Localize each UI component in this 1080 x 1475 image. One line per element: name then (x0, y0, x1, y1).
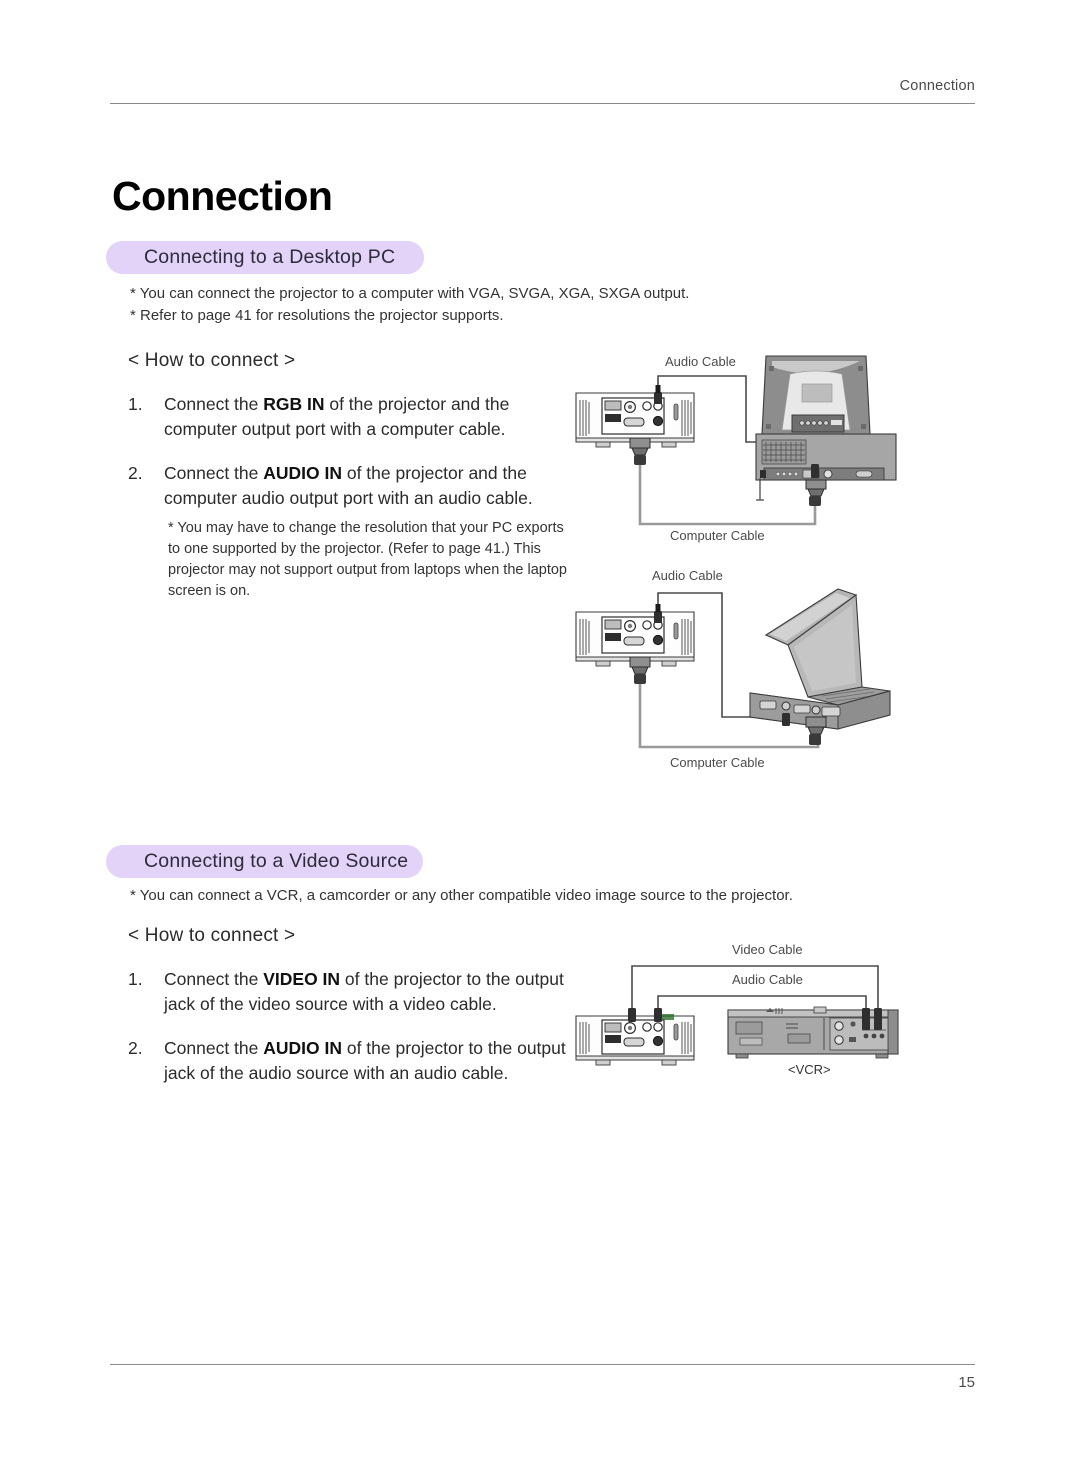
header-rule (110, 103, 975, 104)
desktop-pc-diagram (575, 355, 897, 526)
footer-rule (110, 1364, 975, 1365)
section-header-desktop-pc-label: Connecting to a Desktop PC (144, 246, 396, 268)
step-emphasis: VIDEO IN (263, 969, 341, 989)
section-header-video-source: Connecting to a Video Source (106, 845, 423, 878)
list-item: 1. Connect the RGB IN of the projector a… (128, 392, 578, 442)
step-emphasis: RGB IN (263, 394, 325, 414)
video-steps-list: 1. Connect the VIDEO IN of the projector… (128, 967, 578, 1105)
step-number: 2. (128, 1038, 143, 1058)
step-number: 2. (128, 463, 143, 483)
vcr-illustration (727, 1006, 899, 1059)
desktop-note-2: * Refer to page 41 for resolutions the p… (130, 307, 504, 324)
step-emphasis: AUDIO IN (263, 1038, 342, 1058)
audio-cable-label: Audio Cable (665, 354, 736, 369)
how-to-connect-heading-desktop: < How to connect > (128, 350, 296, 371)
pc-tower-illustration (755, 433, 897, 506)
projector-illustration (575, 385, 695, 465)
manual-page: Connection Connection Connecting to a De… (0, 0, 1080, 1475)
page-title: Connection (112, 173, 333, 219)
vcr-diagram (575, 965, 899, 1066)
step-text: Connect the AUDIO IN of the projector to… (164, 1038, 566, 1083)
projector-illustration (575, 604, 695, 684)
section-header-desktop-pc: Connecting to a Desktop PC (106, 241, 424, 274)
list-item: 2. Connect the AUDIO IN of the projector… (128, 461, 578, 511)
desktop-note-1: * You can connect the projector to a com… (130, 285, 690, 302)
list-item: 1. Connect the VIDEO IN of the projector… (128, 967, 578, 1017)
figure-vcr-connection: Video Cable Audio Cable <VCR> (570, 938, 910, 1083)
computer-cable-label: Computer Cable (670, 755, 765, 770)
desktop-steps-list: 1. Connect the RGB IN of the projector a… (128, 392, 578, 530)
figure-laptop-connection: Audio Cable Computer Cable (570, 565, 910, 775)
video-notes: * You can connect a VCR, a camcorder or … (130, 885, 850, 907)
list-item: 2. Connect the AUDIO IN of the projector… (128, 1036, 578, 1086)
vcr-caption: <VCR> (788, 1062, 831, 1077)
page-number: 15 (958, 1374, 975, 1391)
desktop-resolution-note: * You may have to change the resolution … (168, 520, 567, 599)
running-header: Connection (899, 78, 975, 94)
step-text: Connect the AUDIO IN of the projector an… (164, 463, 533, 508)
laptop-illustration (749, 588, 891, 745)
step-number: 1. (128, 969, 143, 989)
figure-desktop-pc-connection: Audio Cable Computer Cable (570, 352, 910, 552)
step-text: Connect the RGB IN of the projector and … (164, 394, 510, 439)
video-note-1: * You can connect a VCR, a camcorder or … (130, 887, 793, 904)
laptop-diagram (575, 588, 891, 749)
crt-monitor-illustration (761, 355, 871, 435)
video-cable-label: Video Cable (732, 942, 803, 957)
step-text: Connect the VIDEO IN of the projector to… (164, 969, 564, 1014)
desktop-notes: * You can connect the projector to a com… (130, 283, 750, 327)
how-to-connect-heading-video: < How to connect > (128, 925, 296, 946)
audio-cable-label: Audio Cable (652, 568, 723, 583)
section-header-video-source-label: Connecting to a Video Source (144, 850, 409, 872)
projector-illustration (575, 1008, 695, 1066)
computer-cable-label: Computer Cable (670, 528, 765, 543)
step-emphasis: AUDIO IN (263, 463, 342, 483)
step-number: 1. (128, 394, 143, 414)
audio-cable-label: Audio Cable (732, 972, 803, 987)
